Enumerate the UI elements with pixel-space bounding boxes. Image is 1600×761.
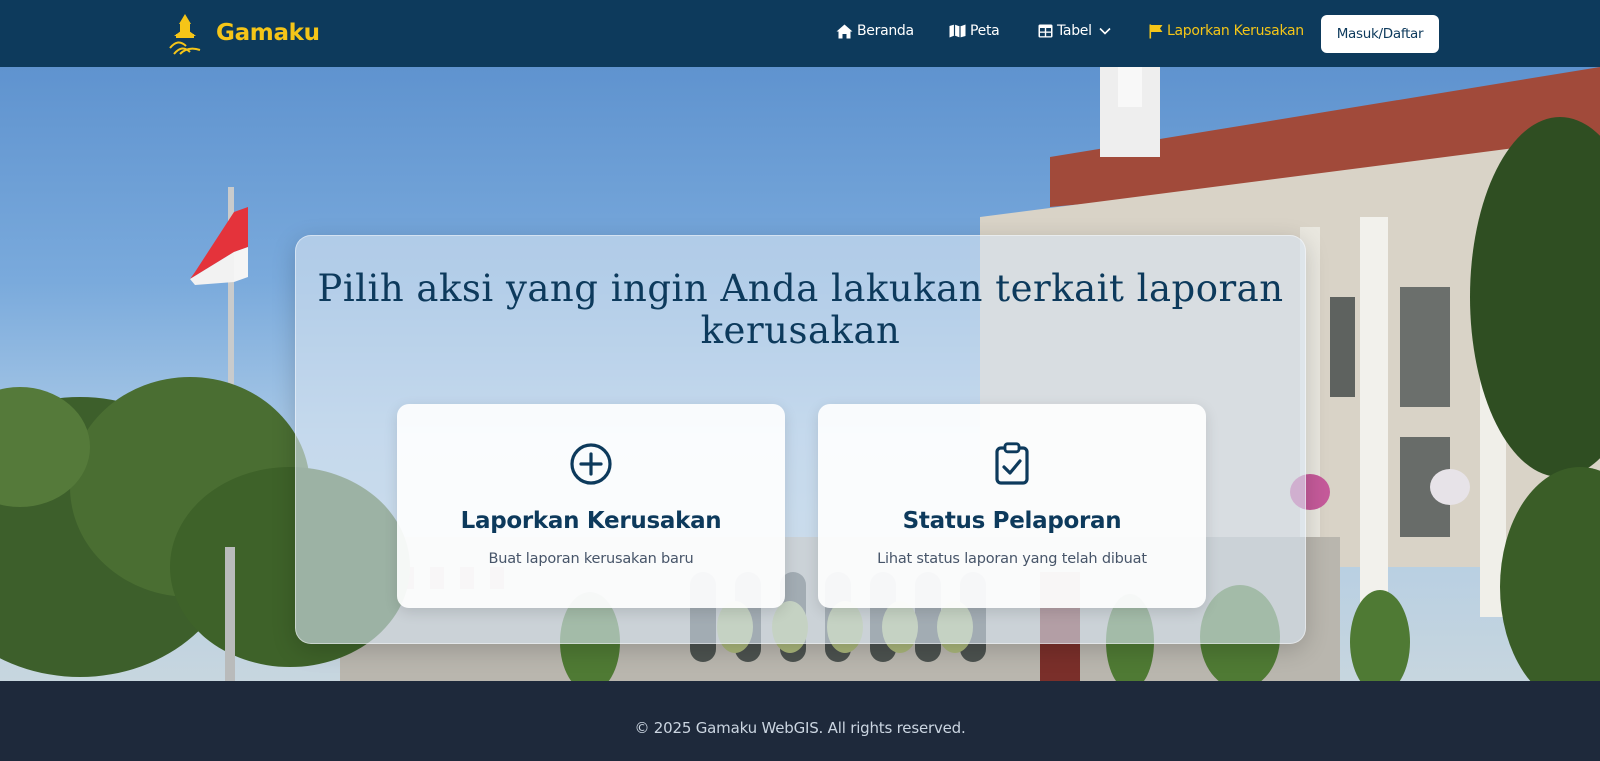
clipboard-check-icon bbox=[995, 442, 1029, 485]
report-damage-card[interactable]: Laporkan Kerusakan Buat laporan kerusaka… bbox=[397, 404, 785, 608]
login-register-button[interactable]: Masuk/Daftar bbox=[1321, 15, 1439, 53]
card-description: Lihat status laporan yang telah dibuat bbox=[877, 551, 1147, 567]
card-title: Laporkan Kerusakan bbox=[460, 508, 722, 534]
nav-item-label: Laporkan Kerusakan bbox=[1167, 23, 1304, 39]
map-icon bbox=[949, 24, 966, 38]
home-icon bbox=[836, 24, 853, 38]
footer-copyright: © 2025 Gamaku WebGIS. All rights reserve… bbox=[634, 719, 966, 737]
nav-item-label: Tabel bbox=[1057, 23, 1092, 39]
hero-section: Pilih aksi yang ingin Anda lakukan terka… bbox=[0, 67, 1600, 681]
brand-name: Gamaku bbox=[216, 20, 320, 46]
plus-circle-icon bbox=[570, 443, 612, 485]
nav-item-label: Beranda bbox=[857, 23, 914, 39]
page-title: Pilih aksi yang ingin Anda lakukan terka… bbox=[317, 267, 1284, 352]
nav-item-peta[interactable]: Peta bbox=[949, 23, 1000, 39]
card-title: Status Pelaporan bbox=[902, 508, 1122, 534]
card-description: Buat laporan kerusakan baru bbox=[488, 551, 694, 567]
nav-item-label: Peta bbox=[970, 23, 1000, 39]
report-status-card[interactable]: Status Pelaporan Lihat status laporan ya… bbox=[818, 404, 1206, 608]
nav-item-beranda[interactable]: Beranda bbox=[836, 23, 914, 39]
action-panel: Pilih aksi yang ingin Anda lakukan terka… bbox=[295, 235, 1306, 644]
footer: © 2025 Gamaku WebGIS. All rights reserve… bbox=[0, 681, 1600, 761]
gamaku-logo-icon bbox=[169, 14, 201, 55]
chevron-down-icon bbox=[1099, 27, 1111, 35]
navbar: Gamaku Beranda Peta Tabel Laporkan Kerus… bbox=[0, 0, 1600, 67]
brand-link[interactable]: Gamaku bbox=[166, 10, 320, 56]
nav-item-laporkan-kerusakan[interactable]: Laporkan Kerusakan bbox=[1149, 23, 1304, 39]
nav-item-tabel[interactable]: Tabel bbox=[1038, 23, 1111, 39]
flag-icon bbox=[1149, 24, 1163, 38]
table-icon bbox=[1038, 24, 1053, 38]
